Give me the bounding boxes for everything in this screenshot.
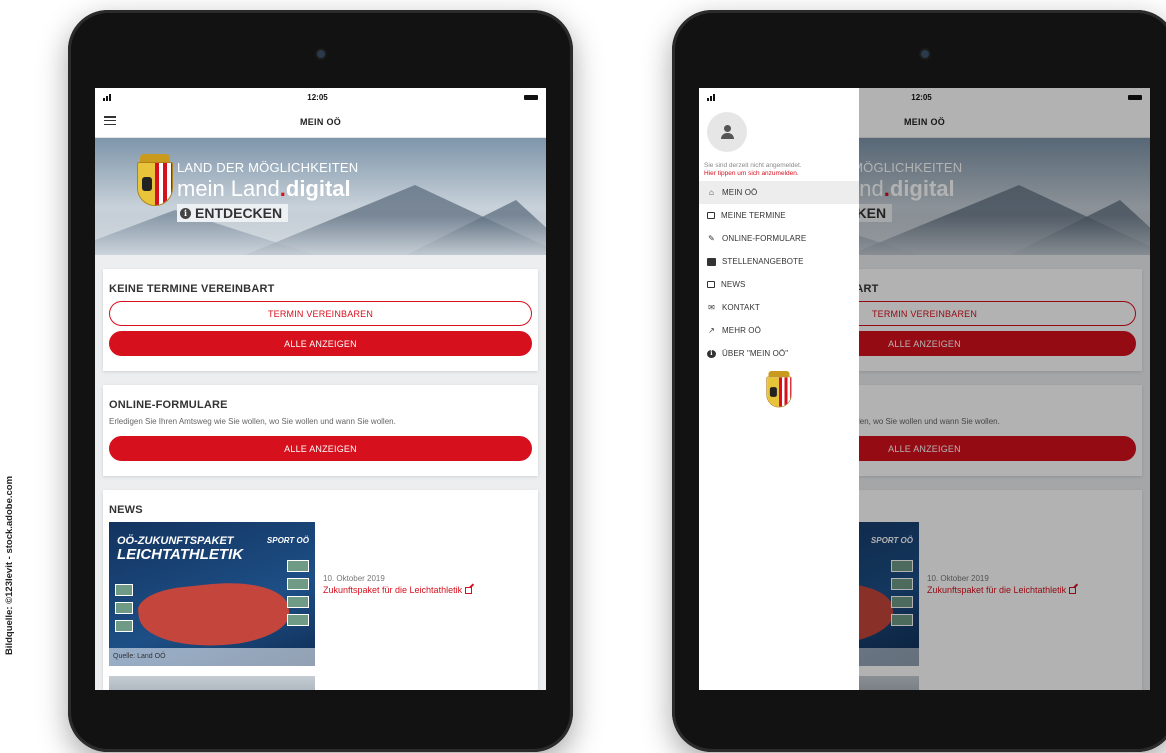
tablet-left: 12:05 MEIN OÖ LAND DER MÖGLICHKEITEN mei…	[68, 10, 573, 752]
info-icon: i	[707, 349, 716, 358]
menu-item-online-formulare[interactable]: ✎ ONLINE-FORMULARE	[699, 227, 859, 250]
newspaper-icon	[707, 281, 715, 288]
show-all-appointments-button[interactable]: ALLE ANZEIGEN	[109, 331, 532, 356]
edit-icon: ✎	[708, 234, 715, 243]
external-link-icon	[465, 586, 473, 594]
avatar[interactable]	[707, 112, 747, 152]
coat-of-arms-logo	[766, 371, 792, 408]
menu-item-stellenangebote[interactable]: STELLENANGEBOTE	[699, 250, 859, 273]
menu-item-kontakt[interactable]: ✉ KONTAKT	[699, 296, 859, 319]
hero-text: LAND DER MÖGLICHKEITEN mein Land.digital…	[177, 160, 358, 222]
menu-item-meine-termine[interactable]: MEINE TERMINE	[699, 204, 859, 227]
appointments-card: KEINE TERMINE VEREINBART TERMIN VEREINBA…	[103, 269, 538, 371]
page-title: MEIN OÖ	[299, 116, 342, 127]
news-title: NEWS	[109, 504, 143, 516]
menu-item-mehr-oo[interactable]: ↗ MEHR OÖ	[699, 319, 859, 342]
book-appointment-button[interactable]: TERMIN VEREINBAREN	[109, 301, 532, 326]
show-all-forms-button[interactable]: ALLE ANZEIGEN	[109, 436, 532, 461]
news-thumbnail-next[interactable]	[109, 676, 315, 690]
camera	[920, 50, 929, 58]
login-link[interactable]: Hier tippen um sich anzumelden.	[704, 170, 859, 177]
signal-icon	[103, 93, 111, 101]
calendar-icon	[707, 212, 715, 219]
news-link[interactable]: Zukunftspaket für die Leichtathletik	[323, 585, 473, 595]
app-screen: 12:05 MEIN OÖ LAND DER MÖGLICHKEITEN mei…	[95, 88, 546, 690]
forms-title: ONLINE-FORMULARE	[109, 399, 228, 411]
news-card: NEWS OÖ-ZUKUNFTSPAKETLEICHTATHLETIK SPOR…	[103, 490, 538, 690]
news-thumbnail[interactable]: OÖ-ZUKUNFTSPAKET LEICHTATHLETIK SPORT OÖ …	[109, 522, 315, 666]
news-date: 10. Oktober 2019	[323, 574, 385, 583]
user-icon	[720, 125, 734, 139]
hero-banner[interactable]: LAND DER MÖGLICHKEITEN mein Land.digital…	[95, 138, 546, 255]
id-card-icon	[707, 257, 716, 266]
side-drawer: Sie sind derzeit nicht angemeldet. Hier …	[699, 106, 859, 690]
camera	[316, 50, 325, 58]
forms-description: Erledigen Sie Ihren Amtsweg wie Sie woll…	[109, 417, 396, 426]
forms-card: ONLINE-FORMULARE Erledigen Sie Ihren Amt…	[103, 385, 538, 476]
drawer-menu: ⌂ MEIN OÖ MEINE TERMINE ✎ ONLINE-FORMULARE…	[699, 181, 859, 365]
status-time: 12:05	[307, 92, 328, 102]
image-credit-text: Bildquelle: ©123levit - stock.adobe.com	[4, 475, 16, 655]
nav-bar: MEIN OÖ	[95, 106, 546, 138]
image-source: Quelle: Land OÖ	[109, 648, 315, 666]
image-credit: Bildquelle: ©123levit - stock.adobe.com	[2, 380, 18, 750]
signal-icon	[707, 93, 715, 101]
coat-of-arms-logo	[137, 154, 173, 206]
battery-icon	[524, 94, 538, 100]
login-status: Sie sind derzeit nicht angemeldet.	[704, 162, 802, 169]
sport-brand-logo: SPORT OÖ	[266, 536, 309, 545]
external-link-icon: ↗	[708, 326, 715, 335]
hero-discover: i ENTDECKEN	[177, 204, 289, 222]
tablet-right: 12:05 MEIN OÖ LAND DER MÖGLICHKEITEN mei…	[672, 10, 1166, 752]
menu-item-mein-oo[interactable]: ⌂ MEIN OÖ	[699, 181, 859, 204]
hero-headline: mein Land.digital	[177, 176, 351, 201]
hero-tagline: LAND DER MÖGLICHKEITEN	[177, 160, 359, 175]
app-screen-drawer-open: 12:05 MEIN OÖ LAND DER MÖGLICHKEITEN mei…	[699, 88, 1150, 690]
news-item[interactable]: OÖ-ZUKUNFTSPAKET LEICHTATHLETIK SPORT OÖ …	[109, 522, 532, 666]
info-icon: i	[180, 207, 191, 219]
status-bar	[699, 88, 859, 106]
menu-icon[interactable]	[104, 116, 116, 125]
envelope-icon: ✉	[708, 303, 715, 312]
home-icon: ⌂	[709, 188, 714, 197]
menu-item-ueber[interactable]: i ÜBER "MEIN OÖ"	[699, 342, 859, 365]
appointments-title: KEINE TERMINE VEREINBART	[109, 283, 275, 295]
menu-item-news[interactable]: NEWS	[699, 273, 859, 296]
status-bar: 12:05	[95, 88, 546, 106]
